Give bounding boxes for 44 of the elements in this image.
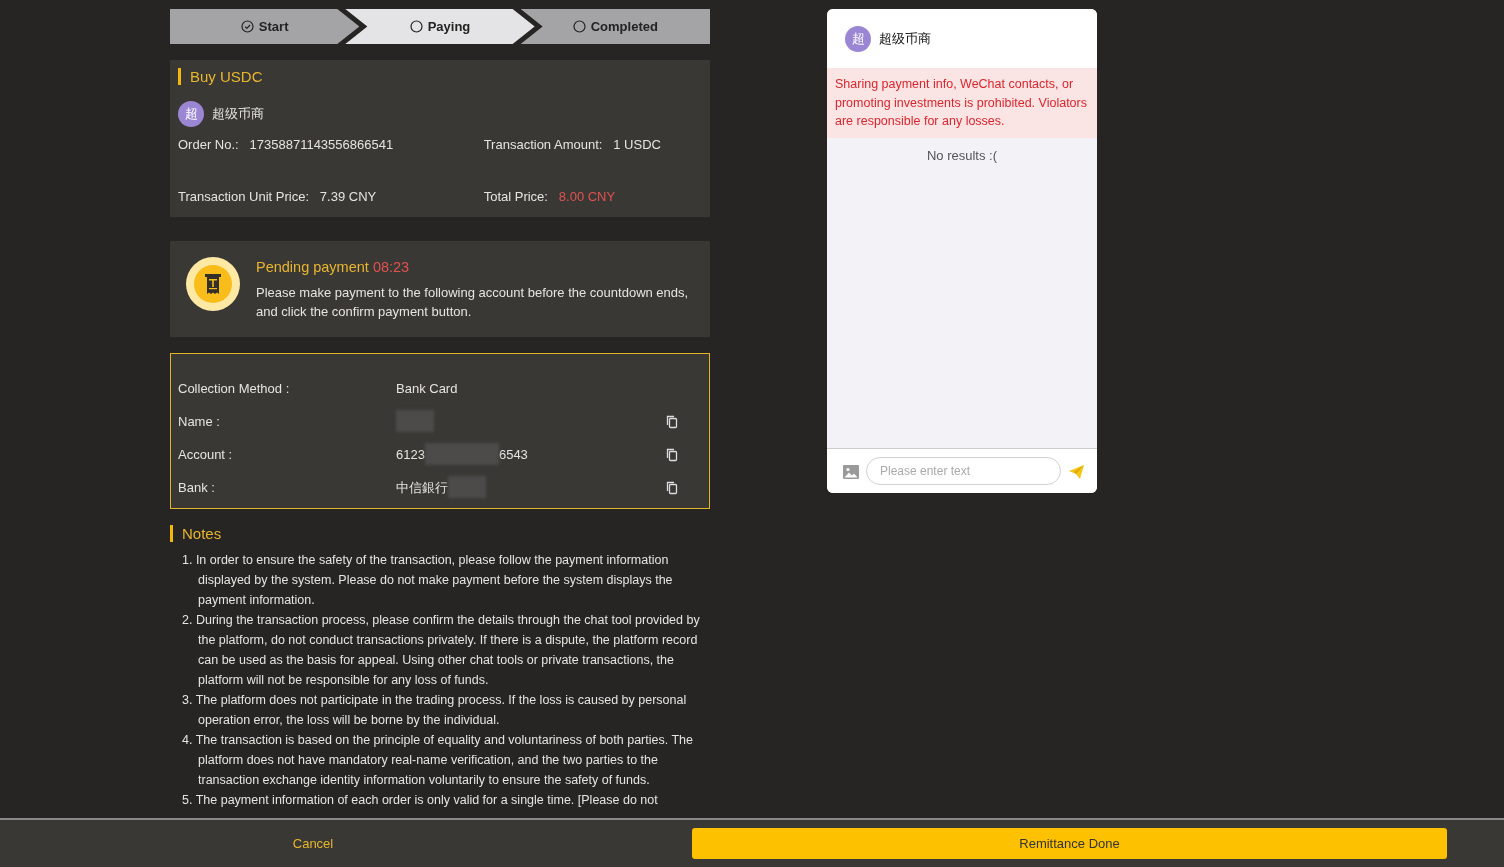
field-value: 7.39 CNY [319, 189, 377, 204]
field-label: Collection Method : [178, 379, 291, 398]
receipt-icon [186, 257, 240, 311]
field-label: Transaction Unit Price: [178, 189, 309, 204]
field-value: 6123 [396, 445, 425, 464]
field-label: Name : [178, 412, 221, 431]
step-tab[interactable]: Paying [345, 9, 535, 44]
field-label: Transaction Amount: [483, 137, 603, 152]
copy-icon [666, 481, 678, 495]
note-text: 3. The platform does not participate in the trading process. If the loss is caused by personal operation error, the loss will be borne by the individual. [181, 691, 688, 729]
note-text: 2. During the transaction process, please confirm the details through the chat tool provided by the platform, do not conduct transactions privately. If there is a dispute, the platform record can be used as the basis for appeal. Using other chat tools or private transactions, the platform will not be responsible for any loss of funds. [181, 611, 701, 689]
field-value: 中信銀行 [396, 478, 448, 497]
field-label: Bank : [178, 478, 216, 497]
note-text: 5. The payment information of each order is only valid for a single time. [Please do not [181, 791, 659, 809]
note-text: 1. In order to ensure the safety of the transaction, please follow the payment information displayed by the system. Please do not make payment before the system displays the payment information. [181, 551, 674, 609]
copy-icon [666, 415, 678, 429]
step-tab[interactable]: Start [170, 9, 360, 44]
section-title: Notes [170, 524, 710, 542]
field-value: 1 USDC [613, 137, 661, 152]
section-title: Buy USDC [178, 68, 702, 85]
remittance-done-button[interactable]: Remittance Done [692, 828, 1447, 859]
countdown: 08:23 [372, 259, 410, 275]
field-value: Bank Card [396, 379, 458, 398]
field-value: 6543 [498, 445, 528, 464]
merchant-name: 超级币商 [212, 105, 264, 124]
warning-banner: Sharing payment info, WeChat contacts, or promoting investments is prohibited. Violators are responsible for any losses. [827, 68, 1097, 138]
empty-message: No results :( [926, 147, 998, 163]
copy-icon [666, 448, 678, 462]
note-text: 4. The transaction is based on the principle of equality and voluntariness of both parties. The platform does not have mandatory real-name verification, and the two parties to the transaction exchange identity information voluntarily to ensure the safety of funds. [181, 731, 694, 789]
cancel-button[interactable]: Cancel [0, 832, 626, 855]
message-input[interactable]: Please enter text [866, 457, 1061, 485]
field-label: Account : [178, 445, 234, 464]
image-icon [843, 464, 859, 479]
send-icon [1068, 463, 1085, 480]
field-value: 8.00 CNY [558, 189, 616, 204]
field-label: Total Price: [483, 189, 548, 204]
step-tab[interactable]: Completed [520, 9, 710, 44]
payment-instruction: Please make payment to the following account before the countdown ends, and click the confirm payment button. [256, 283, 690, 321]
avatar: 超 [845, 25, 871, 52]
contact-name: 超级币商 [879, 29, 931, 48]
field-label: Order No.: [178, 137, 239, 152]
pending-title: Pending payment [256, 259, 369, 275]
field-value: 17358871143556866541 [249, 137, 394, 152]
avatar: 超 [178, 101, 204, 127]
